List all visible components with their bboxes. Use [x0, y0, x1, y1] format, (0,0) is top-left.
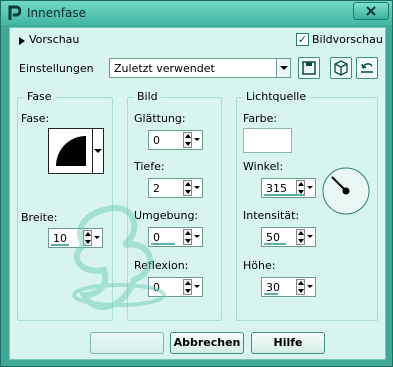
dialog-window: Innenfase Vorschau ✓ Bildvorschau Einste…	[0, 0, 393, 367]
fase-group-title: Fase	[24, 90, 55, 103]
depth-value: 2	[153, 182, 160, 195]
depth-dropdown[interactable]	[193, 179, 202, 197]
settings-label: Einstellungen	[19, 62, 94, 75]
light-group: Lichtquelle Farbe: Winkel: 315 Intensitä…	[236, 90, 378, 321]
chevron-down-icon	[194, 285, 200, 288]
app-logo-icon	[8, 5, 21, 20]
settings-dropdown-button[interactable]	[276, 59, 290, 77]
cube-icon	[334, 60, 348, 76]
preview-label: Vorschau	[29, 33, 80, 46]
fase-shape-picker[interactable]	[48, 128, 104, 174]
bild-group-title: Bild	[134, 90, 161, 103]
angle-label: Winkel:	[243, 160, 284, 173]
light-color-label: Farbe:	[243, 112, 278, 125]
ambience-dropdown[interactable]	[193, 228, 202, 246]
chevron-down-icon	[307, 186, 313, 189]
expand-triangle-icon	[19, 37, 25, 45]
title-bar[interactable]: Innenfase	[1, 1, 392, 25]
angle-dropdown[interactable]	[306, 179, 315, 197]
spin-updown-icon[interactable]	[296, 229, 305, 245]
save-preset-button[interactable]	[298, 57, 320, 79]
help-button[interactable]: Hilfe	[251, 332, 325, 354]
smoothing-stepper[interactable]: 0	[148, 130, 203, 150]
spin-updown-icon[interactable]	[296, 279, 305, 295]
help-button-label: Hilfe	[273, 336, 303, 349]
angle-stepper[interactable]: 315	[261, 178, 316, 198]
smoothing-value: 0	[153, 134, 160, 147]
chevron-down-icon	[194, 186, 200, 189]
window-title: Innenfase	[27, 6, 86, 20]
light-group-title: Lichtquelle	[243, 90, 310, 103]
height-label: Höhe:	[243, 259, 276, 272]
close-icon	[366, 6, 376, 16]
decorative-watermark	[72, 205, 166, 310]
light-color-swatch[interactable]	[243, 128, 292, 153]
chevron-down-icon	[194, 235, 200, 238]
chevron-down-icon	[194, 138, 200, 141]
image-preview-label: Bildvorschau	[312, 33, 383, 46]
intensity-level	[264, 243, 286, 245]
fase-width-label: Breite:	[21, 211, 58, 224]
angle-dial[interactable]	[321, 166, 371, 216]
cancel-button-label: Abbrechen	[173, 336, 241, 349]
spin-updown-icon[interactable]	[183, 180, 192, 196]
image-preview-checkbox[interactable]: ✓	[296, 33, 309, 46]
intensity-stepper[interactable]: 50	[261, 227, 316, 247]
spin-updown-icon[interactable]	[183, 279, 192, 295]
cancel-button[interactable]: Abbrechen	[170, 332, 244, 354]
bevel-shape-icon	[56, 136, 86, 166]
fase-shape-preview	[48, 128, 93, 174]
chevron-down-icon	[307, 285, 313, 288]
reset-preset-button[interactable]	[356, 57, 378, 79]
intensity-label: Intensität:	[243, 209, 300, 222]
chevron-down-icon	[307, 235, 313, 238]
settings-select-value: Zuletzt verwendet	[114, 62, 215, 75]
height-level	[264, 293, 278, 295]
fase-shape-dropdown[interactable]	[93, 128, 104, 174]
smoothing-label: Glättung:	[134, 112, 186, 125]
smoothing-dropdown[interactable]	[193, 131, 202, 149]
settings-select[interactable]: Zuletzt verwendet	[109, 58, 291, 78]
spin-updown-icon[interactable]	[183, 132, 192, 148]
reflection-dropdown[interactable]	[193, 278, 202, 296]
ok-button[interactable]: OK	[90, 332, 164, 354]
chevron-down-icon	[94, 149, 102, 153]
reset-icon	[361, 63, 373, 73]
height-stepper[interactable]: 30	[261, 277, 316, 297]
fase-shape-label: Fase:	[21, 112, 50, 125]
resource-preset-button[interactable]	[330, 57, 352, 79]
spin-updown-icon[interactable]	[183, 229, 192, 245]
save-icon	[302, 61, 316, 75]
preview-toggle[interactable]: Vorschau	[10, 28, 100, 50]
height-dropdown[interactable]	[306, 278, 315, 296]
depth-stepper[interactable]: 2	[148, 178, 203, 198]
intensity-dropdown[interactable]	[306, 228, 315, 246]
dialog-body: Vorschau ✓ Bildvorschau Einstellungen Zu…	[9, 27, 386, 360]
depth-label: Tiefe:	[134, 160, 165, 173]
close-button[interactable]	[353, 2, 389, 20]
angle-level	[264, 194, 304, 196]
chevron-down-icon	[280, 66, 288, 70]
